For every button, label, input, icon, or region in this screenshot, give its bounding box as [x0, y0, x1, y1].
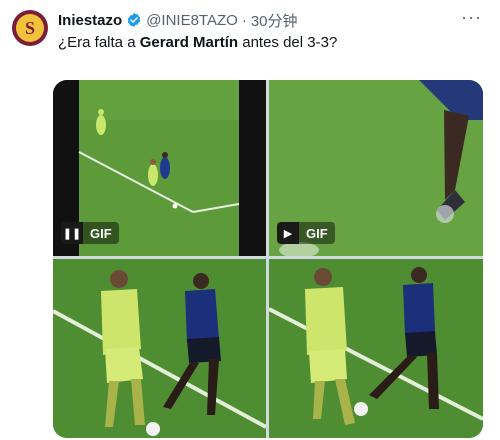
verified-badge-icon — [127, 13, 141, 27]
gif-label-2: GIF — [299, 222, 335, 244]
pause-icon[interactable]: ❚❚ — [61, 222, 83, 244]
tweet-timestamp[interactable]: 30分钟 — [251, 10, 298, 31]
author-name[interactable]: Iniestazo — [58, 12, 122, 29]
gif-badge-2[interactable]: ▶ GIF — [277, 222, 335, 244]
header-separator: · — [241, 11, 247, 29]
media-image-3[interactable] — [53, 259, 266, 438]
avatar-logo: S — [16, 14, 44, 42]
media-grid: ❚❚ GIF ▶ GIF — [53, 80, 483, 438]
tweet-text-end: antes del 3-3? — [238, 34, 338, 51]
tweet-text: ¿Era falta a Gerard Martín antes del 3-3… — [58, 34, 337, 51]
avatar[interactable]: S — [12, 10, 48, 46]
media-image-4[interactable] — [269, 259, 483, 438]
media-image-3-image — [53, 259, 266, 438]
tweet[interactable]: S Iniestazo @INIE8TAZO · 30分钟 ··· ¿Era f… — [0, 0, 500, 440]
play-icon[interactable]: ▶ — [277, 222, 299, 244]
media-image-4-image — [269, 259, 483, 438]
gif-badge-1[interactable]: ❚❚ GIF — [61, 222, 119, 244]
media-gif-1[interactable]: ❚❚ GIF — [53, 80, 266, 256]
more-options-icon[interactable]: ··· — [461, 8, 482, 26]
author-handle[interactable]: @INIE8TAZO — [146, 12, 238, 29]
tweet-header: Iniestazo @INIE8TAZO · 30分钟 — [58, 10, 298, 30]
media-gif-2[interactable]: ▶ GIF — [269, 80, 483, 256]
tweet-text-mention: Gerard Martín — [139, 34, 239, 51]
tweet-text-start: ¿Era falta a — [58, 34, 140, 51]
gif-label-1: GIF — [83, 222, 119, 244]
